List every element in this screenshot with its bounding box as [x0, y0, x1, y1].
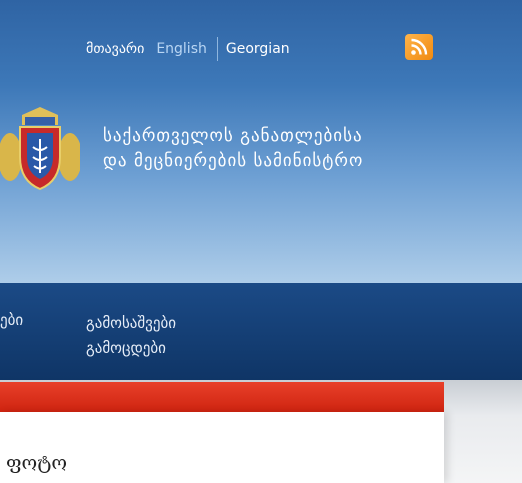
coat-of-arms-icon[interactable] [0, 105, 80, 195]
nav-home-link[interactable]: მთავარი [86, 41, 144, 57]
ministry-name-line1: საქართველოს განათლებისა [103, 126, 363, 146]
site-header: მთავარი English Georgian საქართველოს გან… [0, 0, 522, 283]
rss-icon[interactable] [405, 34, 433, 60]
main-nav: ები გამოსაშვები გამოცდები [0, 283, 522, 380]
nav-english-link[interactable]: English [156, 41, 207, 57]
ministry-name[interactable]: საქართველოს განათლებისა და მეცნიერების ს… [103, 124, 363, 174]
ministry-name-line2: და მეცნიერების სამინისტრო [103, 151, 364, 171]
nav-georgian-link[interactable]: Georgian [226, 41, 290, 57]
content-accent-bar [0, 382, 444, 412]
rss-glyph-icon [411, 38, 428, 55]
nav-item-line2: გამოცდები [86, 339, 166, 357]
nav-item-line1: გამოსაშვები [86, 314, 177, 332]
nav-item-partial[interactable]: ები [0, 311, 23, 329]
panel-title: ფოტო [6, 452, 68, 474]
nav-divider [216, 37, 218, 61]
top-nav: მთავარი English Georgian [86, 36, 290, 62]
content-panel: ფოტო [0, 412, 444, 483]
nav-item-graduation-exams[interactable]: გამოსაშვები გამოცდები [86, 311, 176, 361]
